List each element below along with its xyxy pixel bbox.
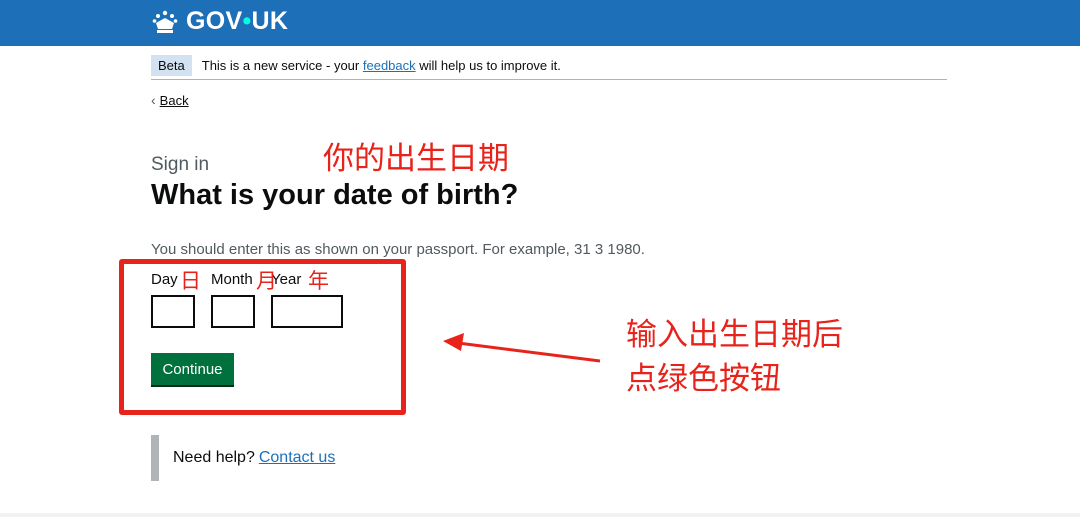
annotation-arrow-icon: [443, 333, 601, 363]
